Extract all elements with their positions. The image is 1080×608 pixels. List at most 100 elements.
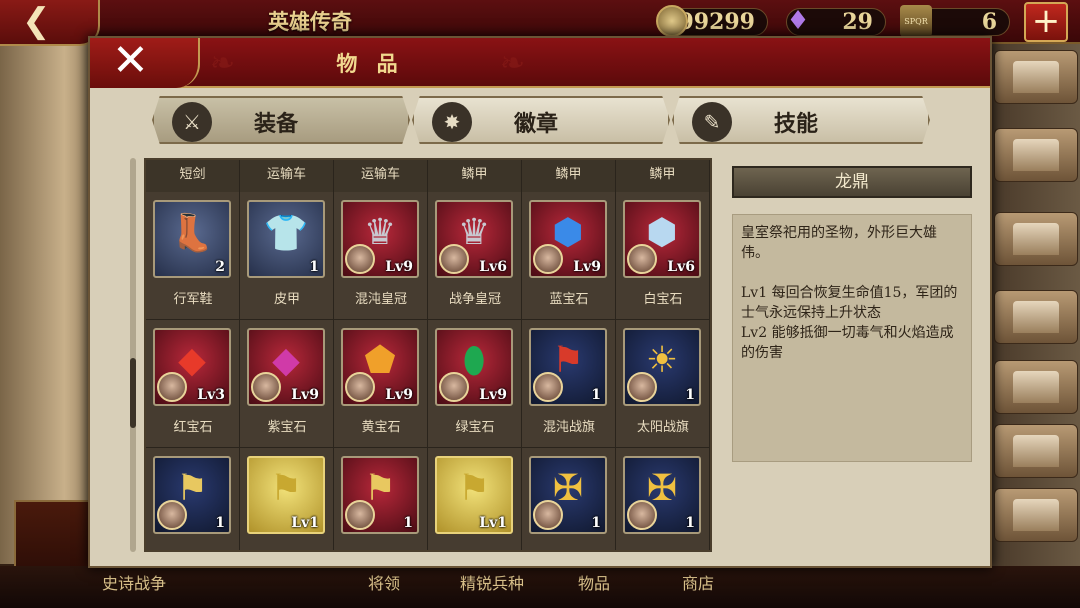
hero-portrait-icon bbox=[533, 372, 563, 402]
item-name: 混沌皇冠 bbox=[354, 292, 407, 307]
spqr-eagle-icon: SPQR bbox=[900, 5, 932, 37]
item-thumbnail[interactable]: 👕 1 bbox=[247, 200, 325, 278]
item-slot[interactable]: ⬟ Lv9 黄宝石 bbox=[334, 320, 428, 448]
item-name: 太阳战旗 bbox=[636, 420, 689, 435]
item-thumbnail[interactable]: ⚑ 1 bbox=[341, 456, 419, 534]
item-slot[interactable]: ⬢ Lv6 白宝石 bbox=[616, 192, 710, 320]
hero-portrait-icon bbox=[157, 372, 187, 402]
item-slot[interactable]: ⬢ Lv9 蓝宝石 bbox=[522, 192, 616, 320]
item-slot[interactable]: ✠ 1 bbox=[522, 448, 616, 550]
city-buildings-strip bbox=[992, 44, 1080, 608]
item-count-badge: 1 bbox=[309, 259, 319, 275]
item-count-badge: 1 bbox=[591, 387, 601, 403]
hero-portrait-icon bbox=[439, 372, 469, 402]
item-count-badge: 2 bbox=[215, 259, 225, 275]
tab-equipment[interactable]: ⚔ 装备 bbox=[152, 96, 410, 144]
item-count-badge: 1 bbox=[591, 515, 601, 531]
hero-portrait-icon bbox=[157, 500, 187, 530]
item-thumbnail[interactable]: ♛ Lv9 bbox=[341, 200, 419, 278]
item-count-badge: 1 bbox=[685, 515, 695, 531]
item-thumbnail[interactable]: 👢 2 bbox=[153, 200, 231, 278]
item-count-badge: Lv9 bbox=[573, 259, 601, 275]
item-thumbnail[interactable]: ⬢ Lv6 bbox=[623, 200, 701, 278]
nav-generals[interactable]: 将领 bbox=[368, 570, 400, 594]
item-count-badge: Lv9 bbox=[385, 259, 413, 275]
nav-shop[interactable]: 商店 bbox=[682, 570, 714, 594]
item-thumbnail[interactable]: ⚑ 1 bbox=[529, 328, 607, 406]
item-name: 行军鞋 bbox=[173, 292, 213, 307]
item-count-badge: 1 bbox=[215, 515, 225, 531]
item-thumbnail[interactable]: ◆ Lv3 bbox=[153, 328, 231, 406]
item-thumbnail[interactable]: ⚑ 1 bbox=[153, 456, 231, 534]
nav-items[interactable]: 物品 bbox=[578, 570, 610, 594]
item-slot[interactable]: ♛ Lv6 战争皇冠 bbox=[428, 192, 522, 320]
item-slot[interactable]: ◆ Lv9 紫宝石 bbox=[240, 320, 334, 448]
item-thumbnail[interactable]: ⬟ Lv9 bbox=[341, 328, 419, 406]
building-icon[interactable] bbox=[994, 290, 1078, 344]
building-icon[interactable] bbox=[994, 360, 1078, 414]
item-count-badge: Lv9 bbox=[479, 387, 507, 403]
item-thumbnail[interactable]: ♛ Lv6 bbox=[435, 200, 513, 278]
hero-portrait-icon bbox=[627, 244, 657, 274]
item-name: 蓝宝石 bbox=[549, 292, 589, 307]
building-icon[interactable] bbox=[994, 488, 1078, 542]
item-slot[interactable]: 👢 2 行军鞋 bbox=[146, 192, 240, 320]
nav-epic-war[interactable]: 史诗战争 bbox=[102, 570, 166, 594]
panel-header: ✕ ❧ 物 品 ❧ bbox=[90, 38, 990, 88]
item-thumbnail[interactable]: ⬮ Lv9 bbox=[435, 328, 513, 406]
item-slot[interactable]: ⚑ 1 bbox=[146, 448, 240, 550]
category-label: 鳞甲 bbox=[616, 160, 710, 192]
item-detail-panel: 皇室祭祀用的圣物，外形巨大雄伟。 Lv1 每回合恢复生命值15，军团的士气永远保… bbox=[732, 214, 972, 462]
item-slot[interactable]: ⚑ 1 bbox=[334, 448, 428, 550]
item-slot[interactable]: ⚑ Lv1 bbox=[428, 448, 522, 550]
item-description: 皇室祭祀用的圣物，外形巨大雄伟。 bbox=[741, 225, 937, 261]
close-button[interactable]: ✕ bbox=[90, 38, 200, 88]
item-slot[interactable]: ♛ Lv9 混沌皇冠 bbox=[334, 192, 428, 320]
hero-portrait-icon bbox=[345, 500, 375, 530]
item-slot[interactable]: ⚑ Lv1 bbox=[240, 448, 334, 550]
item-thumbnail[interactable]: ⚑ Lv1 bbox=[435, 456, 513, 534]
building-icon[interactable] bbox=[994, 128, 1078, 182]
item-slot[interactable]: 👕 1 皮甲 bbox=[240, 192, 334, 320]
nav-elite-troops[interactable]: 精锐兵种 bbox=[460, 570, 524, 594]
item-detail-title: 龙鼎 bbox=[732, 166, 972, 198]
building-icon[interactable] bbox=[994, 424, 1078, 478]
leather-armor-icon: 👕 bbox=[263, 213, 309, 254]
grid-scrollbar[interactable] bbox=[130, 158, 136, 552]
item-name: 红宝石 bbox=[173, 420, 213, 435]
tab-skills[interactable]: ✎ 技能 bbox=[672, 96, 930, 144]
panel-title: 物 品 bbox=[336, 51, 404, 76]
item-slot[interactable]: ⬮ Lv9 绿宝石 bbox=[428, 320, 522, 448]
item-thumbnail[interactable]: ✠ 1 bbox=[529, 456, 607, 534]
add-resources-button[interactable]: + bbox=[1024, 2, 1068, 42]
tab-label: 徽章 bbox=[514, 111, 559, 137]
item-slot[interactable]: ✠ 1 bbox=[616, 448, 710, 550]
tab-label: 技能 bbox=[774, 111, 819, 137]
item-effect-lv1: Lv1 每回合恢复生命值15，军团的士气永远保持上升状态 bbox=[741, 285, 958, 321]
hero-portrait-icon bbox=[627, 372, 657, 402]
screen-title: 英雄传奇 bbox=[268, 9, 352, 34]
building-icon[interactable] bbox=[994, 212, 1078, 266]
banner-caesar-icon: ⚑ bbox=[269, 468, 303, 509]
scroll-thumb[interactable] bbox=[130, 358, 136, 428]
bottom-navigation: 史诗战争 将领 精锐兵种 物品 商店 bbox=[0, 566, 1080, 608]
item-slot[interactable]: ⚑ 1 混沌战旗 bbox=[522, 320, 616, 448]
hero-portrait-icon bbox=[533, 500, 563, 530]
item-thumbnail[interactable]: ⬢ Lv9 bbox=[529, 200, 607, 278]
tab-badges[interactable]: ✸ 徽章 bbox=[412, 96, 670, 144]
item-slot[interactable]: ◆ Lv3 红宝石 bbox=[146, 320, 240, 448]
item-count-badge: Lv1 bbox=[291, 515, 319, 531]
coin-icon bbox=[656, 5, 688, 37]
item-count-badge: Lv9 bbox=[385, 387, 413, 403]
building-icon[interactable] bbox=[994, 50, 1078, 104]
item-slot[interactable]: ☀ 1 太阳战旗 bbox=[616, 320, 710, 448]
back-button[interactable]: ❮ bbox=[0, 0, 100, 46]
hero-portrait-icon bbox=[345, 244, 375, 274]
hero-portrait-icon bbox=[345, 372, 375, 402]
item-thumbnail[interactable]: ☀ 1 bbox=[623, 328, 701, 406]
item-thumbnail[interactable]: ⚑ Lv1 bbox=[247, 456, 325, 534]
item-count-badge: 1 bbox=[685, 387, 695, 403]
item-thumbnail[interactable]: ◆ Lv9 bbox=[247, 328, 325, 406]
item-thumbnail[interactable]: ✠ 1 bbox=[623, 456, 701, 534]
item-name: 战争皇冠 bbox=[448, 292, 501, 307]
